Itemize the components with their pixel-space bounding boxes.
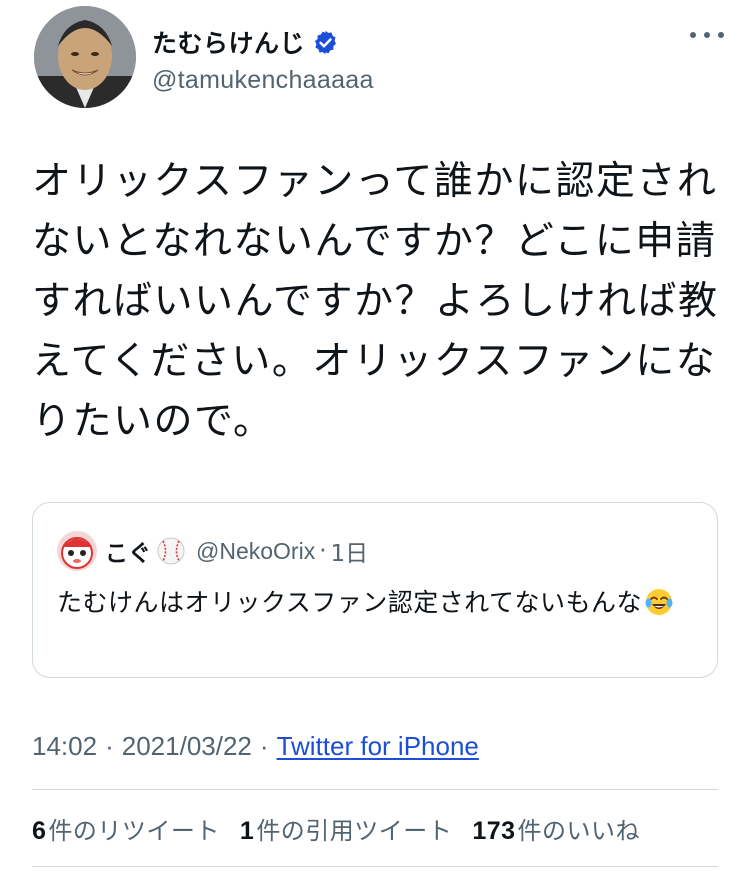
quoted-author-name: こぐ: [105, 541, 151, 567]
meta-separator: ·: [259, 730, 269, 761]
more-dot: [704, 32, 710, 38]
author-names: たむらけんじ @tamukenchaaaaa: [152, 26, 374, 95]
quoted-author-avatar: [57, 531, 97, 571]
divider: [32, 789, 718, 790]
more-options-icon[interactable]: [690, 28, 724, 42]
retweets-count: 6: [32, 816, 47, 845]
divider: [32, 866, 718, 867]
author-display-name[interactable]: たむらけんじ: [152, 24, 305, 60]
author-handle[interactable]: @tamukenchaaaaa: [152, 66, 374, 95]
tweet-text: オリックスファンって誰かに認定されないとなれないんですか？どこに申請すればいいん…: [32, 159, 719, 444]
quote-tweets-stat[interactable]: 1 件の引用ツイート: [240, 811, 452, 846]
quoted-author-handle: @NekoOrix: [196, 537, 316, 564]
quoted-timestamp: 1日: [330, 541, 369, 567]
source-link[interactable]: Twitter for iPhone: [277, 731, 479, 762]
quote-tweets-label: 件の引用ツイート: [256, 816, 453, 845]
baseball-icon: [156, 536, 186, 566]
quoted-tweet[interactable]: こぐ @NekoOrix · 1日 たむけんはオリックスファン認定されてないもん…: [32, 502, 718, 678]
quoted-text: たむけんはオリックスファン認定されてないもんな: [57, 585, 697, 621]
likes-label: 件のいいね: [517, 816, 641, 845]
tweet-date: 2021/03/22: [121, 730, 252, 761]
author-avatar[interactable]: [34, 6, 136, 108]
tweet-stats: 6 件のリツイート 1 件の引用ツイート 173 件のいいね: [32, 810, 640, 846]
retweets-stat[interactable]: 6 件のリツイート: [32, 811, 220, 846]
tweet-time: 14:02: [32, 730, 98, 761]
likes-count: 173: [472, 816, 516, 845]
meta-separator: ·: [105, 730, 114, 761]
quoted-tweet-header: こぐ @NekoOrix · 1日: [57, 531, 368, 571]
tweet-header: たむらけんじ @tamukenchaaaaa: [34, 6, 724, 110]
retweets-label: 件のリツイート: [48, 816, 220, 845]
verified-badge-icon: [312, 29, 339, 56]
tweet-meta: 14:02 · 2021/03/22 · Twitter for iPhone: [32, 728, 479, 764]
quoted-separator: ·: [319, 538, 327, 564]
quote-tweets-count: 1: [239, 816, 255, 845]
more-dot: [690, 32, 696, 38]
laughing-tears-icon: [644, 587, 674, 617]
quoted-text-body: たむけんはオリックスファン認定されてないもんな: [57, 588, 643, 617]
likes-stat[interactable]: 173 件のいいね: [472, 811, 640, 846]
more-dot: [718, 32, 724, 38]
